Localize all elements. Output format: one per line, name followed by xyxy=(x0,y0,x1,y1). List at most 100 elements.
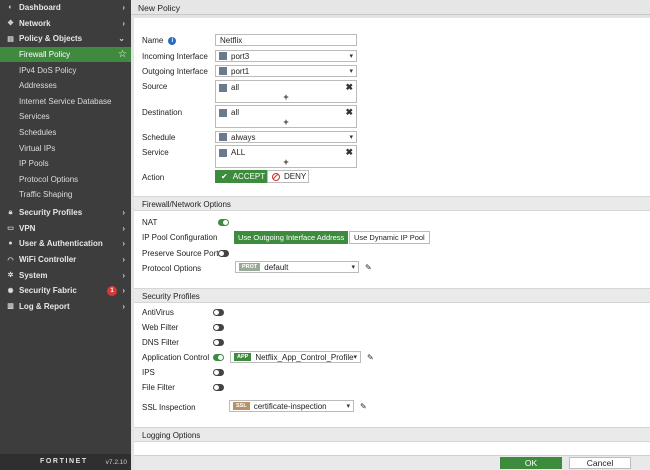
ips-toggle[interactable] xyxy=(213,369,224,376)
web-filter-toggle[interactable] xyxy=(213,324,224,331)
sidebar-item-label: User & Authentication xyxy=(19,239,103,249)
source-value: all xyxy=(231,83,240,92)
chevron-right-icon: › xyxy=(122,286,125,296)
ok-button[interactable]: OK xyxy=(500,457,562,469)
sidebar-item-schedules[interactable]: Schedules xyxy=(0,125,131,141)
application-control-toggle[interactable] xyxy=(213,354,224,361)
nat-label: NAT xyxy=(142,218,158,227)
notification-badge: 1 xyxy=(107,286,117,296)
ips-label: IPS xyxy=(142,368,155,377)
sidebar-item-wifi-controller[interactable]: ◠ WiFi Controller › xyxy=(0,252,131,268)
sidebar-item-security-fabric[interactable]: ✺ Security Fabric 1 › xyxy=(0,283,131,299)
sidebar-item-firewall-policy[interactable]: Firewall Policy ☆ xyxy=(0,46,131,63)
sidebar-item-label: VPN xyxy=(19,223,36,233)
edit-icon[interactable]: ✎ xyxy=(367,353,374,362)
sidebar-item-label: Firewall Policy xyxy=(19,50,71,60)
destination-field[interactable]: all ✖ + xyxy=(215,105,357,128)
sidebar-item-traffic-shaping[interactable]: Traffic Shaping xyxy=(0,187,131,203)
use-dynamic-ip-pool-option[interactable]: Use Dynamic IP Pool xyxy=(349,231,430,244)
deny-icon xyxy=(272,172,280,181)
ssl-inspection-select[interactable]: SSL certificate-inspection ▾ xyxy=(229,400,354,412)
web-filter-label: Web Filter xyxy=(142,323,179,332)
sidebar-item-system[interactable]: ✲ System › xyxy=(0,267,131,283)
sidebar-item-vpn[interactable]: ▭ VPN › xyxy=(0,221,131,237)
schedule-label: Schedule xyxy=(142,133,176,142)
sidebar-item-addresses[interactable]: Addresses xyxy=(0,78,131,94)
nat-toggle[interactable] xyxy=(218,219,229,226)
name-label-text: Name xyxy=(142,36,164,45)
sidebar-item-policy-objects[interactable]: ▤ Policy & Objects ⌄ xyxy=(0,31,131,47)
deny-label: DENY xyxy=(284,172,307,181)
port-icon xyxy=(219,67,227,75)
caret-down-icon: ▾ xyxy=(353,354,357,361)
destination-entry: all xyxy=(219,108,239,117)
caret-down-icon: ▾ xyxy=(349,134,353,141)
edit-icon[interactable]: ✎ xyxy=(360,402,367,411)
sidebar-footer: FORTINET v7.2.10 xyxy=(0,454,131,470)
action-label: Action xyxy=(142,173,165,182)
sidebar-item-ipv4-dos-policy[interactable]: IPv4 DoS Policy xyxy=(0,62,131,78)
source-field[interactable]: all ✖ + xyxy=(215,80,357,103)
sidebar-item-label: Schedules xyxy=(19,128,57,138)
incoming-interface-value: port3 xyxy=(231,51,250,61)
sidebar-item-services[interactable]: Services xyxy=(0,109,131,125)
sidebar-item-network[interactable]: ✥ Network › xyxy=(0,16,131,32)
preserve-source-port-toggle[interactable] xyxy=(218,250,229,257)
service-value: ALL xyxy=(231,148,246,157)
schedule-icon xyxy=(219,133,227,141)
name-label: Name i xyxy=(142,36,177,45)
vpn-icon: ▭ xyxy=(7,225,14,233)
outgoing-interface-select[interactable]: port1 ▾ xyxy=(215,65,357,77)
action-bar: OK Cancel xyxy=(134,455,650,470)
sidebar-item-label: Security Profiles xyxy=(19,208,83,218)
star-icon[interactable]: ☆ xyxy=(118,49,127,60)
name-field[interactable]: Netflix xyxy=(215,34,357,46)
user-icon: ● xyxy=(8,240,13,248)
source-label: Source xyxy=(142,82,168,91)
sidebar-item-label: IPv4 DoS Policy xyxy=(19,65,77,75)
port-icon xyxy=(219,52,227,60)
lock-icon: 🔒︎ xyxy=(8,208,13,216)
application-control-select[interactable]: APP Netflix_App_Control_Profile ▾ xyxy=(230,351,361,363)
add-icon[interactable]: + xyxy=(216,117,356,127)
sidebar-item-label: Services xyxy=(19,112,50,122)
edit-icon[interactable]: ✎ xyxy=(365,263,372,272)
deny-button[interactable]: DENY xyxy=(267,170,309,183)
ssl-tag: SSL xyxy=(233,402,250,410)
file-filter-toggle[interactable] xyxy=(213,384,224,391)
sidebar-item-ip-pools[interactable]: IP Pools xyxy=(0,156,131,172)
schedule-select[interactable]: always ▾ xyxy=(215,131,357,143)
info-icon[interactable]: i xyxy=(168,36,177,45)
schedule-value: always xyxy=(231,132,256,142)
protocol-options-select[interactable]: PROT default ▾ xyxy=(235,261,359,273)
incoming-interface-label: Incoming Interface xyxy=(142,52,208,61)
ip-pool-configuration-label: IP Pool Configuration xyxy=(142,233,218,242)
chevron-right-icon: › xyxy=(122,239,125,249)
service-field[interactable]: ALL ✖ + xyxy=(215,145,357,168)
gear-icon: ✲ xyxy=(7,272,14,280)
sidebar-item-dashboard[interactable]: ◐ Dashboard › xyxy=(0,0,131,16)
sidebar-item-label: Traffic Shaping xyxy=(19,190,73,200)
sidebar-item-log-report[interactable]: ▥ Log & Report › xyxy=(0,299,131,315)
incoming-interface-select[interactable]: port3 ▾ xyxy=(215,50,357,62)
sidebar-item-label: WiFi Controller xyxy=(19,255,77,265)
dns-filter-toggle[interactable] xyxy=(213,339,224,346)
caret-down-icon: ▾ xyxy=(346,403,350,410)
cancel-button[interactable]: Cancel xyxy=(569,457,631,469)
add-icon[interactable]: + xyxy=(216,92,356,102)
sidebar-item-label: Addresses xyxy=(19,81,57,91)
sidebar-item-internet-service-database[interactable]: Internet Service Database xyxy=(0,94,131,110)
sidebar-item-virtual-ips[interactable]: Virtual IPs xyxy=(0,140,131,156)
sidebar-item-security-profiles[interactable]: 🔒︎ Security Profiles › xyxy=(0,205,131,221)
chevron-right-icon: › xyxy=(122,301,125,311)
dns-filter-label: DNS Filter xyxy=(142,338,179,347)
use-outgoing-interface-address-option[interactable]: Use Outgoing Interface Address xyxy=(234,231,349,244)
sidebar-item-protocol-options[interactable]: Protocol Options xyxy=(0,172,131,188)
add-icon[interactable]: + xyxy=(216,157,356,167)
accept-button[interactable]: ✔ ACCEPT xyxy=(215,170,267,183)
destination-value: all xyxy=(231,108,240,117)
policy-icon: ▤ xyxy=(7,35,14,43)
chevron-right-icon: › xyxy=(122,270,125,280)
sidebar-item-user-authentication[interactable]: ● User & Authentication › xyxy=(0,236,131,252)
antivirus-toggle[interactable] xyxy=(213,309,224,316)
